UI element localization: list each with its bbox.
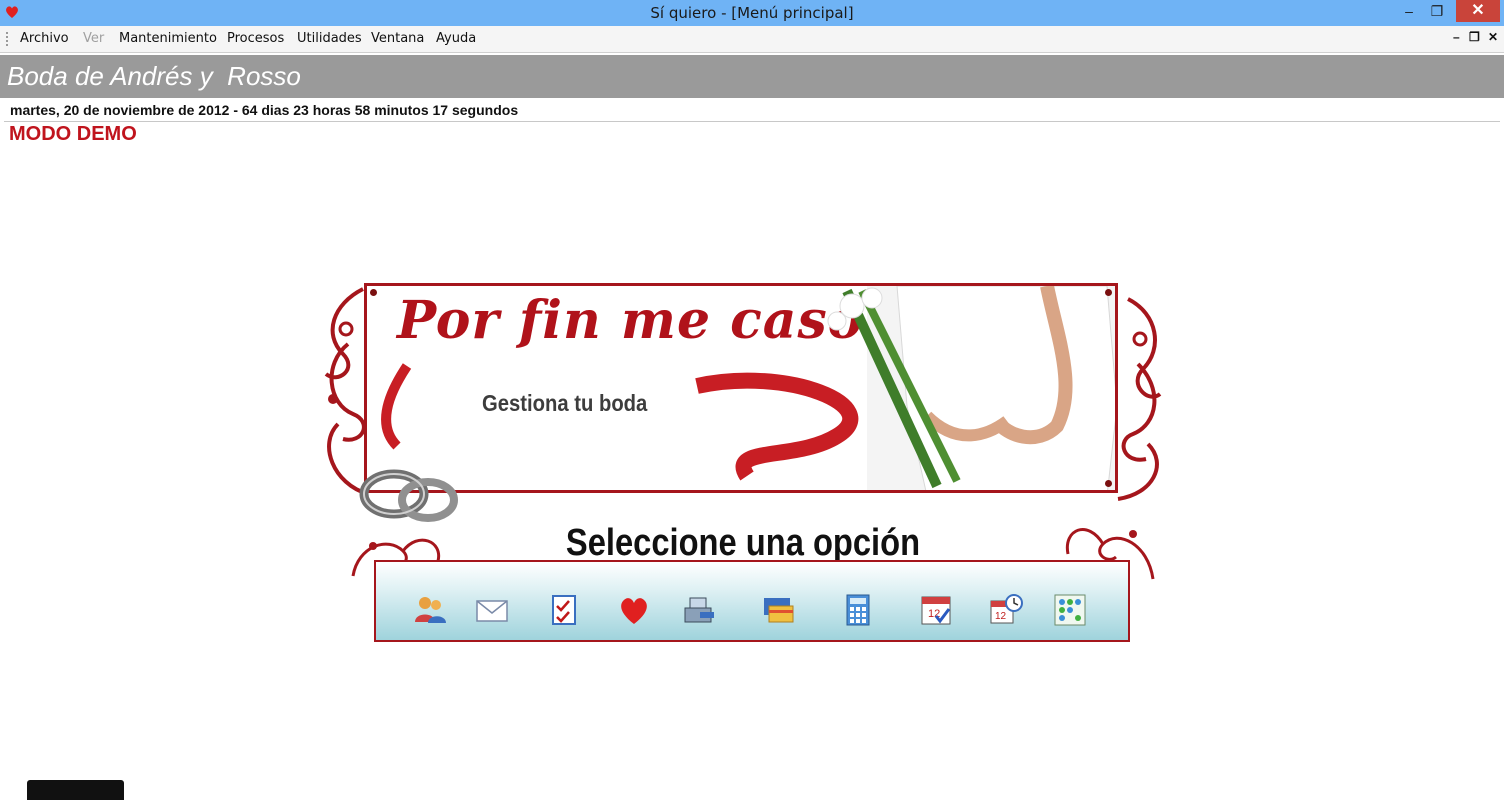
child-restore-button[interactable]: ❐ <box>1469 30 1480 44</box>
window-title: Sí quiero - [Menú principal] <box>650 4 854 22</box>
cash-register-icon[interactable] <box>680 592 716 628</box>
envelope-icon[interactable] <box>474 592 510 628</box>
menu-ventana[interactable]: Ventana <box>371 31 424 46</box>
frame-corner-dot <box>370 289 377 296</box>
taskbar-thumbnail[interactable] <box>27 780 124 800</box>
minimize-button[interactable]: – <box>1394 0 1424 22</box>
bride-with-bouquet-image <box>827 286 1115 490</box>
svg-text:12: 12 <box>995 611 1007 622</box>
date-countdown: martes, 20 de noviembre de 2012 - 64 dia… <box>10 102 519 118</box>
main-banner: Por fin me caso Gestiona tu boda Selecci… <box>318 264 1168 650</box>
option-toolbar: 12 12 <box>374 560 1130 642</box>
wedding-rings-image <box>359 469 458 522</box>
wedding-header: Boda de Andrés y Rosso <box>0 55 1504 98</box>
checklist-icon[interactable] <box>546 592 582 628</box>
divider <box>4 121 1500 122</box>
menu-ver: Ver <box>83 31 105 46</box>
menu-ayuda[interactable]: Ayuda <box>436 31 476 46</box>
wedding-title: Boda de Andrés y Rosso <box>7 61 301 91</box>
select-option-title: Seleccione una opción <box>565 522 921 564</box>
heart-icon[interactable] <box>616 592 652 628</box>
menu-procesos[interactable]: Procesos <box>227 31 284 46</box>
close-button[interactable]: ✕ <box>1456 0 1500 22</box>
title-bar: Sí quiero - [Menú principal] – ❐ ✕ <box>0 0 1504 26</box>
calculator-icon[interactable] <box>840 592 876 628</box>
maximize-button[interactable]: ❐ <box>1422 0 1452 22</box>
guests-icon[interactable] <box>412 592 448 628</box>
menu-mantenimiento[interactable]: Mantenimiento <box>119 31 217 46</box>
demo-mode-label: MODO DEMO <box>9 123 137 145</box>
credit-cards-icon[interactable] <box>760 592 796 628</box>
calendar-check-icon[interactable]: 12 <box>918 592 954 628</box>
frame-corner-dot <box>1105 289 1112 296</box>
child-minimize-button[interactable]: – <box>1453 30 1460 44</box>
frame-corner-dot <box>1105 480 1112 487</box>
menu-grip[interactable] <box>6 32 8 46</box>
child-close-button[interactable]: ✕ <box>1488 30 1498 44</box>
banner-frame: Por fin me caso Gestiona tu boda <box>364 283 1118 493</box>
menu-archivo[interactable]: Archivo <box>20 31 69 46</box>
seating-plan-icon[interactable] <box>1052 592 1088 628</box>
calendar-clock-icon[interactable]: 12 <box>988 592 1024 628</box>
menu-bar: Archivo Ver Mantenimiento Procesos Utili… <box>0 26 1504 53</box>
menu-utilidades[interactable]: Utilidades <box>297 31 362 46</box>
